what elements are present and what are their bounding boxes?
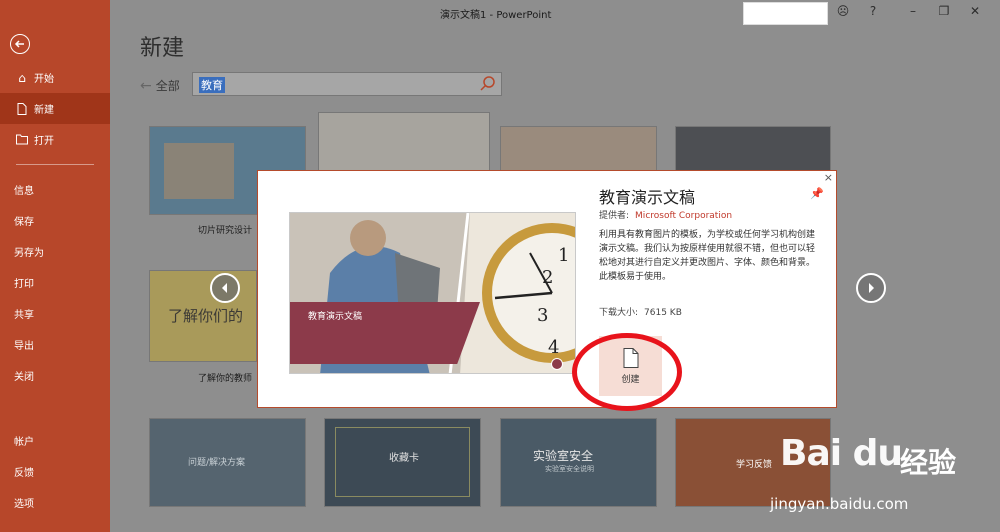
page-title: 新建 bbox=[140, 36, 185, 61]
svg-text:3: 3 bbox=[537, 305, 548, 326]
search-input[interactable]: 教育 bbox=[199, 77, 225, 93]
template-tile-subtitle: 实验室安全说明 bbox=[545, 465, 594, 473]
title-bar: 演示文稿1 - PowerPoint ☹ ? – ❐ ✕ bbox=[110, 0, 1000, 26]
size-label: 下载大小: bbox=[599, 308, 639, 318]
sidebar-item-label: 选项 bbox=[14, 499, 34, 510]
sidebar-item-label: 新建 bbox=[34, 105, 54, 116]
template-tile-title: 实验室安全 bbox=[533, 449, 594, 463]
sidebar-divider bbox=[16, 164, 94, 165]
sidebar-item-info[interactable]: 信息 bbox=[0, 174, 110, 205]
template-card[interactable]: 收藏卡 bbox=[324, 418, 481, 507]
smiley-feedback-icon[interactable]: ☹ bbox=[835, 4, 851, 18]
template-description: 利用具有教育图片的模板，为学校或任何学习机构创建演示文稿。我们认为按原样使用就很… bbox=[599, 230, 816, 282]
template-tile-title: 学习反馈 bbox=[736, 460, 773, 470]
template-label: 切片研究设计 bbox=[198, 226, 253, 236]
template-label: 了解你的教师 bbox=[198, 374, 253, 384]
template-card[interactable]: 问题/解决方案 bbox=[149, 418, 306, 507]
baidu-jingyan-watermark: Bai du 经验 jingyan.baidu.com bbox=[770, 425, 995, 530]
watermark-url: jingyan.baidu.com bbox=[770, 495, 909, 513]
search-box[interactable]: 教育 bbox=[192, 72, 502, 96]
account-box[interactable] bbox=[743, 2, 828, 25]
backstage-sidebar: ⌂ 开始 新建 打开 信息 保存 另存为 打印 共享 导出 关闭 帐户 反馈 选… bbox=[0, 0, 110, 532]
sidebar-item-export[interactable]: 导出 bbox=[0, 329, 110, 360]
pin-icon[interactable]: 📌 bbox=[810, 187, 824, 200]
sidebar-item-label: 导出 bbox=[14, 341, 34, 352]
sidebar-item-new[interactable]: 新建 bbox=[0, 93, 110, 124]
sidebar-item-label: 打开 bbox=[34, 136, 54, 147]
provider-label: 提供者: bbox=[599, 211, 630, 221]
search-icon[interactable] bbox=[479, 75, 497, 93]
thumbnail-text: 了解你们的 bbox=[168, 307, 244, 325]
template-card[interactable]: 实验室安全 实验室安全说明 bbox=[500, 418, 657, 507]
folder-open-icon bbox=[14, 134, 30, 145]
svg-text:4: 4 bbox=[548, 337, 559, 358]
sidebar-item-options[interactable]: 选项 bbox=[0, 487, 110, 518]
sidebar-item-label: 信息 bbox=[14, 186, 34, 197]
provider-value: Microsoft Corporation bbox=[635, 211, 733, 221]
previous-template-button[interactable] bbox=[210, 273, 240, 303]
template-preview-image: 1 2 3 4 教育演示文稿 bbox=[289, 212, 576, 374]
sidebar-item-label: 保存 bbox=[14, 217, 34, 228]
window-title: 演示文稿1 - PowerPoint bbox=[440, 10, 552, 21]
home-icon: ⌂ bbox=[18, 70, 26, 85]
new-document-icon bbox=[14, 102, 30, 115]
sidebar-item-label: 开始 bbox=[34, 74, 54, 85]
close-window-icon[interactable]: ✕ bbox=[967, 4, 983, 18]
sidebar-item-account[interactable]: 帐户 bbox=[0, 425, 110, 456]
template-card[interactable] bbox=[675, 126, 831, 172]
provider-info: 提供者: Microsoft Corporation bbox=[599, 208, 732, 221]
preview-caption: 教育演示文稿 bbox=[290, 302, 480, 364]
sidebar-item-label: 帐户 bbox=[14, 437, 34, 448]
highlight-circle bbox=[572, 333, 682, 411]
watermark-cn-text: 经验 bbox=[900, 446, 957, 479]
sidebar-item-label: 打印 bbox=[14, 279, 34, 290]
chevron-left-icon bbox=[222, 283, 227, 293]
preview-page-dot[interactable] bbox=[551, 358, 563, 370]
help-icon[interactable]: ? bbox=[865, 4, 881, 18]
template-title: 教育演示文稿 bbox=[599, 188, 696, 207]
sidebar-item-label: 共享 bbox=[14, 310, 34, 321]
baidu-logo: Bai du bbox=[780, 433, 903, 474]
next-template-button[interactable] bbox=[856, 273, 886, 303]
close-icon[interactable]: × bbox=[824, 171, 833, 184]
template-card-selected[interactable] bbox=[318, 112, 490, 172]
minimize-icon[interactable]: – bbox=[905, 4, 921, 18]
sidebar-item-save-as[interactable]: 另存为 bbox=[0, 236, 110, 267]
sidebar-item-save[interactable]: 保存 bbox=[0, 205, 110, 236]
svg-text:1: 1 bbox=[558, 245, 569, 266]
chevron-right-icon bbox=[869, 283, 874, 293]
sidebar-item-feedback[interactable]: 反馈 bbox=[0, 456, 110, 487]
template-tile-title: 问题/解决方案 bbox=[188, 458, 246, 468]
breadcrumb[interactable]: ← 全部 bbox=[140, 77, 180, 94]
sidebar-item-label: 关闭 bbox=[14, 372, 34, 383]
size-value: 7615 KB bbox=[644, 308, 682, 318]
template-tile-title: 收藏卡 bbox=[389, 453, 419, 464]
template-card[interactable] bbox=[500, 126, 657, 172]
template-card[interactable]: 了解你们的 bbox=[149, 270, 257, 362]
template-preview-dialog: × 1 2 3 4 教育演示文稿 教育演示文稿 📌 提供者: Microsoft … bbox=[257, 170, 837, 408]
sidebar-item-share[interactable]: 共享 bbox=[0, 298, 110, 329]
download-size: 下载大小: 7615 KB bbox=[599, 305, 682, 318]
sidebar-item-close[interactable]: 关闭 bbox=[0, 360, 110, 391]
sidebar-item-label: 反馈 bbox=[14, 468, 34, 479]
sidebar-item-label: 另存为 bbox=[14, 248, 44, 259]
sidebar-item-open[interactable]: 打开 bbox=[0, 124, 110, 155]
sidebar-item-print[interactable]: 打印 bbox=[0, 267, 110, 298]
back-arrow-icon[interactable]: ← bbox=[140, 78, 152, 94]
breadcrumb-all[interactable]: 全部 bbox=[156, 77, 180, 94]
sidebar-item-home[interactable]: ⌂ 开始 bbox=[0, 62, 110, 93]
restore-icon[interactable]: ❐ bbox=[936, 4, 952, 18]
back-arrow-icon[interactable] bbox=[10, 34, 30, 54]
